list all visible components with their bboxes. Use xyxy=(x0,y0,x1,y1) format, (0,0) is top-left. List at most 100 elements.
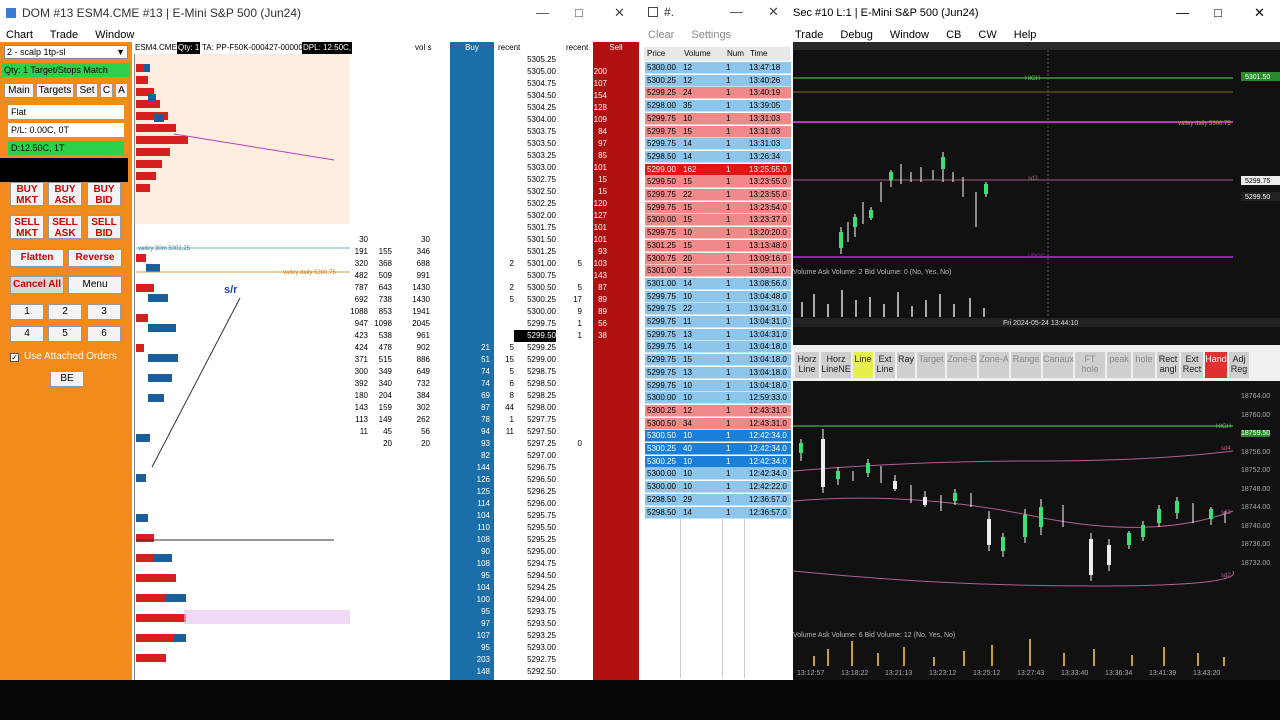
draw-tool-rect-angl[interactable]: Rect angl xyxy=(1157,352,1179,378)
buy-cell[interactable]: 74 xyxy=(450,378,490,390)
ladder-row[interactable]: 692 738 1430 5 5300.25 17 89 xyxy=(0,294,640,306)
ladder-row[interactable]: 5304.50 154 xyxy=(0,90,640,102)
ladder-row[interactable]: 110 5295.50 xyxy=(0,522,640,534)
ladder-row[interactable]: 104 5294.25 xyxy=(0,582,640,594)
menu-debug[interactable]: Debug xyxy=(840,29,872,41)
ladder-row[interactable]: 5302.00 127 xyxy=(0,210,640,222)
ladder-row[interactable]: 5303.25 85 xyxy=(0,150,640,162)
ladder-row[interactable]: 113 149 262 78 1 5297.75 xyxy=(0,414,640,426)
ladder-row[interactable]: 90 5295.00 xyxy=(0,546,640,558)
sell-cell[interactable]: 154 xyxy=(593,90,607,102)
buy-cell[interactable]: 21 xyxy=(450,342,490,354)
ladder-row[interactable]: 371 515 886 51 15 5299.00 xyxy=(0,354,640,366)
sell-cell[interactable]: 56 xyxy=(593,318,607,330)
draw-tool-horz-linene[interactable]: Horz LineNE xyxy=(821,352,851,378)
draw-tool-ext-rect[interactable]: Ext Rect xyxy=(1181,352,1203,378)
sell-cell[interactable]: 87 xyxy=(593,282,607,294)
draw-tool-line[interactable]: Line xyxy=(853,352,873,378)
bottom-price-chart[interactable]: HIGH sd4 sd3 sd2 Volume Ask Volume: 6 Bi… xyxy=(793,381,1280,680)
chart-close-icon[interactable]: ✕ xyxy=(1254,0,1265,26)
buy-cell[interactable]: 95 xyxy=(450,642,490,654)
ladder-row[interactable]: 423 538 961 5299.50 1 38 xyxy=(0,330,640,342)
buy-cell[interactable]: 93 xyxy=(450,438,490,450)
draw-tool-horz-line[interactable]: Horz Line xyxy=(795,352,819,378)
ladder-row[interactable]: 144 5296.75 xyxy=(0,462,640,474)
ladder-row[interactable]: 20 20 93 5297.25 0 xyxy=(0,438,640,450)
buy-cell[interactable]: 69 xyxy=(450,390,490,402)
ladder-row[interactable]: 5304.25 128 xyxy=(0,102,640,114)
ladder-row[interactable]: 424 478 902 21 5 5299.25 xyxy=(0,342,640,354)
sell-cell[interactable]: 89 xyxy=(593,306,607,318)
ladder-row[interactable]: 100 5294.00 xyxy=(0,594,640,606)
menu-cb[interactable]: CB xyxy=(946,29,961,41)
ladder-row[interactable]: 300 349 649 74 5 5298.75 xyxy=(0,366,640,378)
draw-tool-hand[interactable]: Hand xyxy=(1205,352,1227,378)
ladder-row[interactable]: 126 5296.50 xyxy=(0,474,640,486)
sell-cell[interactable]: 101 xyxy=(593,234,607,246)
buy-cell[interactable]: 114 xyxy=(450,498,490,510)
ladder-row[interactable]: 95 5294.50 xyxy=(0,570,640,582)
ladder-row[interactable]: 5302.50 15 xyxy=(0,186,640,198)
ladder-row[interactable]: 95 5293.00 xyxy=(0,642,640,654)
sell-cell[interactable]: 120 xyxy=(593,198,607,210)
draw-tool-ray[interactable]: Ray xyxy=(897,352,915,378)
draw-tool-ft-hole[interactable]: FT hole xyxy=(1075,352,1105,378)
sell-cell[interactable]: 109 xyxy=(593,114,607,126)
buy-cell[interactable]: 110 xyxy=(450,522,490,534)
draw-tool-zone-a[interactable]: Zone-A xyxy=(979,352,1009,378)
draw-tool-hole[interactable]: hole xyxy=(1133,352,1155,378)
ladder-row[interactable]: 97 5293.50 xyxy=(0,618,640,630)
dom-title-bar[interactable]: DOM #13 ESM4.CME #13 | E-Mini S&P 500 (J… xyxy=(0,0,640,26)
ts-clear-button[interactable]: Clear xyxy=(648,29,674,41)
ladder-row[interactable]: 180 204 384 69 8 5298.25 xyxy=(0,390,640,402)
sell-cell[interactable]: 107 xyxy=(593,78,607,90)
ladder-row[interactable]: 392 340 732 74 6 5298.50 xyxy=(0,378,640,390)
ladder-row[interactable]: 107 5293.25 xyxy=(0,630,640,642)
sell-cell[interactable]: 89 xyxy=(593,294,607,306)
sell-cell[interactable]: 85 xyxy=(593,150,607,162)
ladder-row[interactable]: 482 509 991 5300.75 143 xyxy=(0,270,640,282)
ts-title-bar[interactable]: #. — ✕ xyxy=(640,0,793,24)
draw-tool-ext-line[interactable]: Ext Line xyxy=(875,352,895,378)
buy-cell[interactable]: 203 xyxy=(450,654,490,666)
buy-cell[interactable]: 51 xyxy=(450,354,490,366)
sell-cell[interactable]: 200 xyxy=(593,66,607,78)
buy-cell[interactable]: 90 xyxy=(450,546,490,558)
ladder-row[interactable]: 82 5297.00 xyxy=(0,450,640,462)
draw-tool-adj-reg[interactable]: Adj Reg xyxy=(1229,352,1249,378)
ladder-row[interactable]: 5305.00 200 xyxy=(0,66,640,78)
sell-cell[interactable]: 93 xyxy=(593,246,607,258)
ladder-row[interactable]: 203 5292.75 xyxy=(0,654,640,666)
ladder-row[interactable]: 125 5296.25 xyxy=(0,486,640,498)
draw-tool-zone-b[interactable]: Zone-B xyxy=(947,352,977,378)
ladder-row[interactable]: 5302.75 15 xyxy=(0,174,640,186)
buy-cell[interactable]: 126 xyxy=(450,474,490,486)
ladder-row[interactable]: 320 368 688 2 5301.00 5 103 xyxy=(0,258,640,270)
ladder-row[interactable]: 1088 853 1941 5300.00 9 89 xyxy=(0,306,640,318)
ts-close-icon[interactable]: ✕ xyxy=(768,0,779,24)
minimize-icon[interactable]: — xyxy=(536,0,549,26)
chart-minimize-icon[interactable]: — xyxy=(1176,0,1189,26)
ladder-row[interactable]: 5304.75 107 xyxy=(0,78,640,90)
buy-cell[interactable]: 74 xyxy=(450,366,490,378)
ts-minimize-icon[interactable]: — xyxy=(730,0,743,24)
ladder-row[interactable]: 787 643 1430 2 5300.50 5 87 xyxy=(0,282,640,294)
buy-cell[interactable]: 107 xyxy=(450,630,490,642)
sell-cell[interactable]: 127 xyxy=(593,210,607,222)
sell-cell[interactable]: 84 xyxy=(593,126,607,138)
sell-cell[interactable]: 143 xyxy=(593,270,607,282)
ladder-row[interactable]: 95 5293.75 xyxy=(0,606,640,618)
ladder-row[interactable]: 5304.00 109 xyxy=(0,114,640,126)
chart-maximize-icon[interactable]: □ xyxy=(1214,0,1222,26)
buy-cell[interactable]: 100 xyxy=(450,594,490,606)
ladder-row[interactable]: 108 5294.75 xyxy=(0,558,640,570)
ladder-row[interactable]: 148 5292.50 xyxy=(0,666,640,678)
menu-chart[interactable]: Chart xyxy=(6,29,33,41)
buy-cell[interactable]: 104 xyxy=(450,582,490,594)
ladder-row[interactable]: 947 1098 2045 5299.75 1 56 xyxy=(0,318,640,330)
draw-tool-peak[interactable]: peak xyxy=(1107,352,1131,378)
buy-cell[interactable]: 94 xyxy=(450,426,490,438)
sell-cell[interactable]: 38 xyxy=(593,330,607,342)
ts-settings-button[interactable]: Settings xyxy=(691,29,731,41)
ladder-row[interactable]: 30 30 5301.50 101 xyxy=(0,234,640,246)
